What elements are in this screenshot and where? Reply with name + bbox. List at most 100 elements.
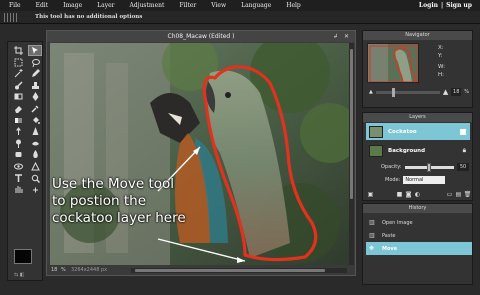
x-label: X: [438,45,444,51]
account-links: Login | Sign up [419,2,472,9]
clone-stamp-icon[interactable] [28,80,42,91]
burn-icon[interactable] [28,138,42,149]
opacity-slider[interactable] [404,162,454,172]
history-label: Paste [382,232,396,239]
menu-filter[interactable]: Filter [179,2,196,9]
adjust-layer-icon[interactable]: ◐ [414,191,421,198]
layer-thumbnail [369,125,383,138]
eraser-icon[interactable] [11,103,25,114]
horizontal-scroll-thumb[interactable] [135,268,325,272]
menu-image[interactable]: Image [63,2,82,9]
smudge-icon[interactable] [11,126,25,137]
menu-bar: File Edit Image Layer Adjustment Filter … [0,0,480,11]
h-label: H: [438,71,444,78]
lasso-icon[interactable] [28,57,42,68]
callout-line-1: Use the Move tool [52,176,175,192]
document-statusbar: 18 % 3264x2448 px [47,265,355,275]
w-label: W: [438,64,445,70]
bucket-icon[interactable] [28,115,42,126]
hand-icon[interactable] [11,184,25,195]
gradient-icon[interactable] [11,115,25,126]
navigator-zoom-value[interactable]: 18 [451,88,462,96]
swap-colors-icon[interactable]: ⇆ ◧ [14,272,25,278]
layer-style-icon[interactable]: ▣ [367,191,374,198]
menu-language[interactable]: Language [241,2,271,9]
layers-title[interactable]: Layers [363,113,472,122]
sharpen-icon[interactable] [28,126,42,137]
document-title: Ch08_Macaw (Edited ) [167,33,235,40]
image-dimensions: 3264x2448 px [71,267,108,273]
blur-icon[interactable] [28,149,42,160]
signup-link[interactable]: Sign up [446,2,472,9]
zoom-icon[interactable] [28,173,42,184]
grip-icon[interactable] [4,13,18,22]
zoom-value[interactable]: 18 [51,267,61,273]
navigator-panel: Navigator X: Y: W: H: ▲ ▲ 18 % [362,30,473,108]
image-canvas[interactable] [50,43,352,265]
pen-icon[interactable] [28,91,42,102]
color-replace-icon[interactable] [11,91,25,102]
red-eye-icon[interactable] [11,161,25,172]
layer-thumbnail [369,144,383,157]
layer-mask-icon[interactable]: ◙ [405,191,412,198]
document-titlebar[interactable]: Ch08_Macaw (Edited ) ↲ ✕ [47,31,355,42]
navigator-zoom-unit: % [464,89,469,95]
zoom-out-icon[interactable]: ▲ [369,89,373,95]
dodge-icon[interactable] [11,138,25,149]
marquee-icon[interactable] [11,57,25,68]
vertical-scrollbar[interactable] [349,43,354,265]
layer-actions: ▣ ■ ◙ ◐ ▭ ▤ 🗑︎ [367,189,472,199]
shape-icon[interactable] [28,161,42,172]
layer-row-cockatoo[interactable]: Cockatoo [366,123,470,140]
dropper-icon[interactable] [28,103,42,114]
zoom-slider[interactable] [375,87,440,97]
history-title[interactable]: History [363,204,472,213]
layer-name: Background [388,147,426,154]
menu-adjustment[interactable]: Adjustment [130,2,165,9]
move-history-icon: ✥ [369,244,375,252]
history-item-open-image[interactable]: ▥ Open Image [366,216,472,229]
navigator-zoom: ▲ ▲ 18 % [369,87,469,97]
menu-view[interactable]: View [211,2,226,9]
layer-row-background[interactable]: Background 🔒︎ [366,142,470,159]
pencil-icon[interactable] [28,68,42,79]
history-item-move[interactable]: ✥ Move [366,242,472,255]
zoom-in-icon[interactable]: ▲ [443,88,448,96]
menu-edit[interactable]: Edit [36,2,49,9]
move-icon[interactable] [28,45,42,56]
menu-help[interactable]: Help [286,2,301,9]
visibility-checkbox-icon[interactable] [460,128,466,135]
horizontal-scrollbar[interactable] [131,267,347,273]
navigator-title[interactable]: Navigator [363,31,472,40]
lock-icon: 🔒︎ [462,146,466,154]
folder-icon[interactable]: ▭ [446,191,453,198]
sponge-icon[interactable] [11,149,25,160]
tool-grid [11,45,42,196]
window-controls-icon[interactable]: ↲ ✕ [333,31,351,42]
navigator-thumbnail[interactable] [367,43,419,83]
wand-icon[interactable] [11,68,25,79]
open-image-icon: ▥ [369,218,375,226]
crop-icon[interactable] [11,45,25,56]
y-label: Y: [438,52,443,59]
new-layer-icon[interactable]: ■ [396,191,403,198]
type-icon[interactable] [11,173,25,184]
zoom-slider-handle[interactable] [391,87,395,97]
menu-file[interactable]: File [9,2,21,9]
brush-icon[interactable] [11,80,25,91]
foreground-color-swatch[interactable] [14,249,32,264]
drag-icon[interactable] [28,184,42,195]
delete-layer-icon[interactable]: 🗑︎ [464,191,472,198]
history-item-paste[interactable]: ▥ Paste [366,229,472,242]
duplicate-layer-icon[interactable]: ▤ [455,191,462,198]
opacity-slider-handle[interactable] [427,162,432,172]
blend-mode-select[interactable]: Normal [403,176,446,184]
menu-layer[interactable]: Layer [97,2,114,9]
toolbox: ⇆ ◧ [7,41,43,281]
login-link[interactable]: Login [419,2,438,9]
opacity-label: Opacity: [381,164,402,170]
blend-mode-control: Mode: Normal [385,176,446,184]
document-window: Ch08_Macaw (Edited ) ↲ ✕ 18 % 3264x2448 … [46,30,356,276]
vertical-scroll-thumb[interactable] [350,49,353,199]
opacity-value[interactable]: 50 [457,163,469,171]
